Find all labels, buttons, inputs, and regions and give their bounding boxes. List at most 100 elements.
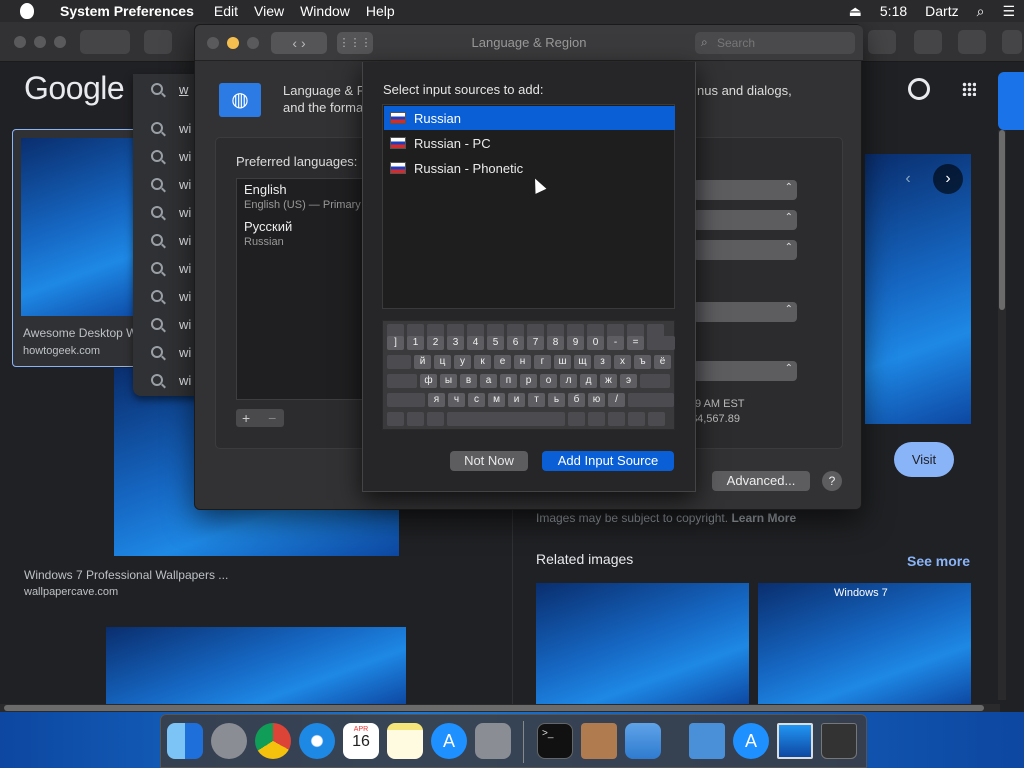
add-input-source-button[interactable]: Add Input Source bbox=[542, 451, 674, 471]
notification-center-icon[interactable]: ☰ bbox=[993, 3, 1024, 20]
keyboard-row-top: йцукенгшщзхъё bbox=[387, 355, 671, 369]
app-store-icon[interactable]: A bbox=[431, 723, 467, 759]
input-source-russian-phonetic[interactable]: Russian - Phonetic bbox=[384, 156, 675, 180]
system-preferences-icon[interactable] bbox=[475, 723, 511, 759]
preferred-languages-label: Preferred languages: bbox=[236, 154, 358, 169]
calendar-popup[interactable] bbox=[693, 240, 797, 260]
temperature-popup[interactable] bbox=[693, 302, 797, 322]
not-now-button[interactable]: Not Now bbox=[450, 451, 528, 471]
result-title[interactable]: Windows 7 Professional Wallpapers ... bbox=[24, 568, 228, 582]
input-source-label: Russian - Phonetic bbox=[414, 160, 524, 176]
result-title[interactable]: Awesome Desktop W bbox=[23, 326, 138, 340]
prev-image-icon[interactable]: ‹ bbox=[893, 164, 923, 194]
key: ш bbox=[554, 355, 571, 369]
menu-window[interactable]: Window bbox=[292, 3, 358, 19]
first-day-popup[interactable] bbox=[693, 210, 797, 230]
key: л bbox=[560, 374, 577, 388]
settings-gear-icon[interactable] bbox=[908, 78, 930, 100]
finder-icon[interactable] bbox=[167, 723, 203, 759]
input-source-russian-pc[interactable]: Russian - PC bbox=[384, 131, 675, 155]
time-sample: 9 AM EST bbox=[695, 398, 745, 410]
applications-folder-icon[interactable] bbox=[689, 723, 725, 759]
suggestion-text: wi bbox=[179, 120, 192, 136]
remove-icon[interactable]: − bbox=[254, 410, 276, 426]
clock[interactable]: 5:18 bbox=[871, 3, 916, 19]
browser-zoom-button[interactable] bbox=[54, 36, 66, 48]
suggestion-text: wi bbox=[179, 316, 192, 332]
key: э bbox=[620, 374, 637, 388]
desktop-image-icon[interactable] bbox=[777, 723, 813, 759]
notes-icon[interactable] bbox=[387, 723, 423, 759]
trash-icon[interactable] bbox=[821, 723, 857, 759]
add-tab-icon[interactable] bbox=[1002, 30, 1022, 54]
key: й bbox=[414, 355, 431, 369]
page-scrollbar[interactable] bbox=[998, 130, 1006, 700]
visit-button[interactable]: Visit bbox=[894, 442, 954, 477]
add-icon[interactable]: + bbox=[236, 410, 250, 426]
menu-help[interactable]: Help bbox=[358, 3, 403, 19]
apps-grid-icon[interactable] bbox=[962, 82, 976, 96]
account-tab[interactable] bbox=[998, 72, 1024, 130]
preview-icon[interactable] bbox=[625, 723, 661, 759]
key: р bbox=[520, 374, 537, 388]
learn-more-link[interactable]: Learn More bbox=[731, 511, 796, 525]
google-logo[interactable]: Google bbox=[24, 70, 125, 107]
delete-key bbox=[647, 336, 675, 350]
browser-minimize-button[interactable] bbox=[34, 36, 46, 48]
horizontal-scrollbar[interactable] bbox=[0, 704, 1000, 712]
scrollbar-thumb[interactable] bbox=[999, 130, 1005, 310]
tabs-icon[interactable] bbox=[958, 30, 986, 54]
input-source-list[interactable]: Russian Russian - PC Russian - Phonetic bbox=[382, 104, 675, 309]
archive-utility-icon[interactable] bbox=[581, 723, 617, 759]
sidebar-toggle-icon[interactable] bbox=[144, 30, 172, 54]
menu-view[interactable]: View bbox=[246, 3, 292, 19]
help-button[interactable]: ? bbox=[822, 471, 842, 491]
key: 4 bbox=[467, 336, 484, 350]
terminal-icon[interactable]: >_ bbox=[537, 723, 573, 759]
spotlight-icon[interactable]: ⌕ bbox=[968, 3, 994, 20]
thumbnail-caption: Windows 7 bbox=[834, 587, 888, 599]
keyboard-preview: ] 1 2 3 4 5 6 7 8 9 0- = йцукенгшщзхъё фывапролджэ … bbox=[382, 320, 675, 430]
menu-app-name[interactable]: System Preferences bbox=[46, 3, 206, 19]
launchpad-icon[interactable] bbox=[211, 723, 247, 759]
key: е bbox=[494, 355, 511, 369]
preview-image[interactable] bbox=[865, 154, 971, 424]
related-image-thumbnail[interactable]: Windows 7 bbox=[758, 583, 971, 705]
key: д bbox=[580, 374, 597, 388]
input-source-label: Russian bbox=[414, 110, 461, 126]
advanced-button[interactable]: Advanced... bbox=[712, 471, 810, 491]
next-image-icon[interactable]: › bbox=[933, 164, 963, 194]
key: ] bbox=[387, 336, 404, 350]
user-name[interactable]: Dartz bbox=[916, 3, 967, 19]
chrome-icon[interactable] bbox=[255, 723, 291, 759]
input-source-russian[interactable]: Russian bbox=[384, 106, 675, 130]
search-input[interactable]: w bbox=[179, 82, 188, 97]
search-field[interactable]: ⌕ Search bbox=[695, 32, 855, 54]
apple-menu-icon[interactable] bbox=[20, 3, 34, 19]
eject-icon[interactable]: ⏏ bbox=[840, 3, 871, 20]
language-list[interactable]: English English (US) — Primary Русский R… bbox=[236, 178, 366, 400]
see-more-link[interactable]: See more bbox=[907, 553, 970, 569]
search-icon bbox=[151, 290, 163, 302]
space-key bbox=[447, 412, 565, 426]
browser-close-button[interactable] bbox=[14, 36, 26, 48]
language-name[interactable]: Русский bbox=[244, 219, 292, 234]
keyboard-row-numbers: ] 1 2 3 4 5 6 7 8 9 0- = bbox=[387, 336, 675, 350]
key: ю bbox=[588, 393, 605, 407]
related-image-thumbnail[interactable] bbox=[536, 583, 749, 705]
related-images-heading: Related images bbox=[536, 551, 634, 567]
app-store-download-icon[interactable]: A bbox=[733, 723, 769, 759]
region-popup[interactable] bbox=[693, 180, 797, 200]
list-sort-popup[interactable] bbox=[693, 361, 797, 381]
add-remove-language-buttons[interactable]: + − bbox=[236, 409, 284, 427]
browser-back-forward[interactable] bbox=[80, 30, 130, 54]
safari-icon[interactable] bbox=[299, 723, 335, 759]
language-name[interactable]: English bbox=[244, 182, 287, 197]
key: ы bbox=[440, 374, 457, 388]
calendar-icon[interactable]: APR 16 bbox=[343, 723, 379, 759]
menu-edit[interactable]: Edit bbox=[206, 3, 246, 19]
share-icon[interactable] bbox=[914, 30, 942, 54]
scrollbar-thumb[interactable] bbox=[4, 705, 984, 711]
result-thumbnail[interactable] bbox=[106, 627, 406, 705]
download-icon[interactable] bbox=[868, 30, 896, 54]
